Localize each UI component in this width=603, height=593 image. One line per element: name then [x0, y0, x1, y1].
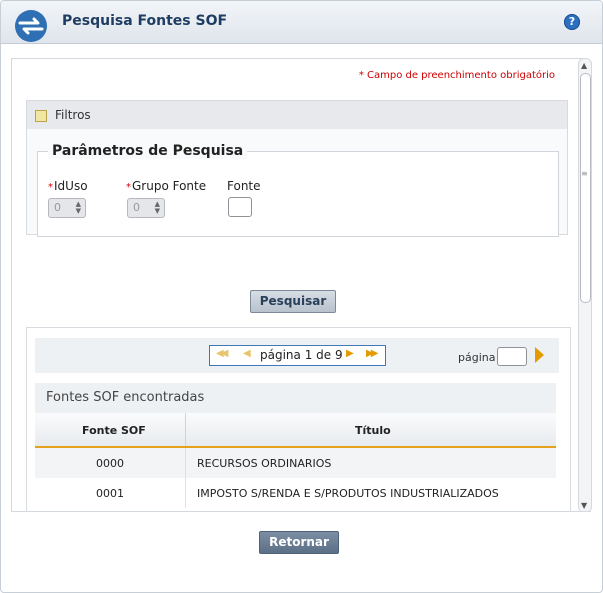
- siafi-logo-icon: [15, 10, 47, 42]
- table-header: Fonte SOF Título: [35, 413, 556, 448]
- cell-title: IMPOSTO S/RENDA E S/PRODUTOS INDUSTRIALI…: [197, 487, 499, 500]
- column-header-fonte-sof[interactable]: Fonte SOF: [82, 424, 146, 437]
- iduso-spinner[interactable]: 0 ▲ ▼: [48, 198, 86, 218]
- filters-header[interactable]: Filtros: [27, 101, 567, 129]
- return-button[interactable]: Retornar: [259, 531, 339, 554]
- filters-panel: Filtros Parâmetros de Pesquisa *IdUso 0 …: [26, 100, 568, 237]
- help-icon[interactable]: ?: [564, 14, 580, 30]
- fonte-input[interactable]: [228, 197, 252, 217]
- go-page-icon[interactable]: [535, 347, 544, 363]
- required-asterisk: *: [126, 182, 131, 193]
- page-label: página: [458, 351, 496, 364]
- table-row[interactable]: 0000 RECURSOS ORDINARIOS: [35, 448, 556, 478]
- page-indicator: página 1 de 9: [260, 348, 343, 362]
- iduso-value: 0: [54, 201, 61, 214]
- page-title: Pesquisa Fontes SOF: [62, 13, 228, 29]
- scroll-grip-icon: ≡: [581, 169, 588, 178]
- column-header-titulo[interactable]: Título: [355, 424, 391, 437]
- first-page-icon[interactable]: ◀◀: [216, 348, 229, 359]
- grupo-fonte-value: 0: [133, 201, 140, 214]
- cell-title: RECURSOS ORDINARIOS: [197, 457, 332, 470]
- title-bar: Pesquisa Fontes SOF ?: [1, 1, 602, 44]
- table-caption: Fontes SOF encontradas: [35, 383, 556, 413]
- column-divider: [185, 448, 186, 478]
- prev-page-icon[interactable]: ◀: [243, 348, 251, 359]
- scroll-up-icon[interactable]: ▲: [581, 61, 587, 70]
- grupo-fonte-spinner[interactable]: 0 ▲ ▼: [127, 198, 165, 218]
- column-divider: [185, 478, 186, 508]
- pagination: ◀◀ ◀ página 1 de 9 ▶ ▶▶: [209, 345, 386, 366]
- search-button[interactable]: Pesquisar: [250, 290, 336, 313]
- column-divider: [185, 413, 186, 446]
- iduso-label: *IdUso: [48, 179, 88, 193]
- scrollbar-thumb[interactable]: [580, 73, 591, 303]
- search-parameters-fieldset: Parâmetros de Pesquisa *IdUso 0 ▲ ▼ *Grup…: [37, 143, 559, 237]
- dialog-window: SIAFI SIAFI SIAFI SIAFI SIAFI SIAFI SIAF…: [0, 0, 603, 593]
- fonte-label: Fonte: [227, 179, 261, 193]
- grupo-fonte-label: *Grupo Fonte: [126, 179, 207, 193]
- search-parameters-legend: Parâmetros de Pesquisa: [48, 143, 248, 159]
- page-input[interactable]: [497, 347, 527, 366]
- last-page-icon[interactable]: ▶▶: [366, 348, 379, 359]
- footer-bar: Retornar: [11, 511, 591, 580]
- spinner-arrows-icon[interactable]: ▲ ▼: [76, 201, 81, 215]
- filters-label: Filtros: [55, 108, 91, 122]
- cell-code: 0000: [96, 457, 124, 470]
- cell-code: 0001: [96, 487, 124, 500]
- pager-bar: ◀◀ ◀ página 1 de 9 ▶ ▶▶ página: [35, 338, 559, 373]
- content-panel: * Campo de preenchimento obrigatório Fil…: [11, 58, 584, 513]
- collapse-icon[interactable]: [35, 110, 47, 122]
- table-row[interactable]: 0001 IMPOSTO S/RENDA E S/PRODUTOS INDUST…: [35, 478, 556, 508]
- vertical-scrollbar[interactable]: ▲ ≡ ▼: [578, 58, 592, 513]
- scroll-down-icon[interactable]: ▼: [581, 501, 587, 510]
- next-page-icon[interactable]: ▶: [346, 348, 354, 359]
- results-panel: ◀◀ ◀ página 1 de 9 ▶ ▶▶ página Fontes SO…: [26, 327, 571, 512]
- spinner-arrows-icon[interactable]: ▲ ▼: [155, 201, 160, 215]
- required-asterisk: *: [48, 182, 53, 193]
- required-field-note: * Campo de preenchimento obrigatório: [358, 70, 555, 81]
